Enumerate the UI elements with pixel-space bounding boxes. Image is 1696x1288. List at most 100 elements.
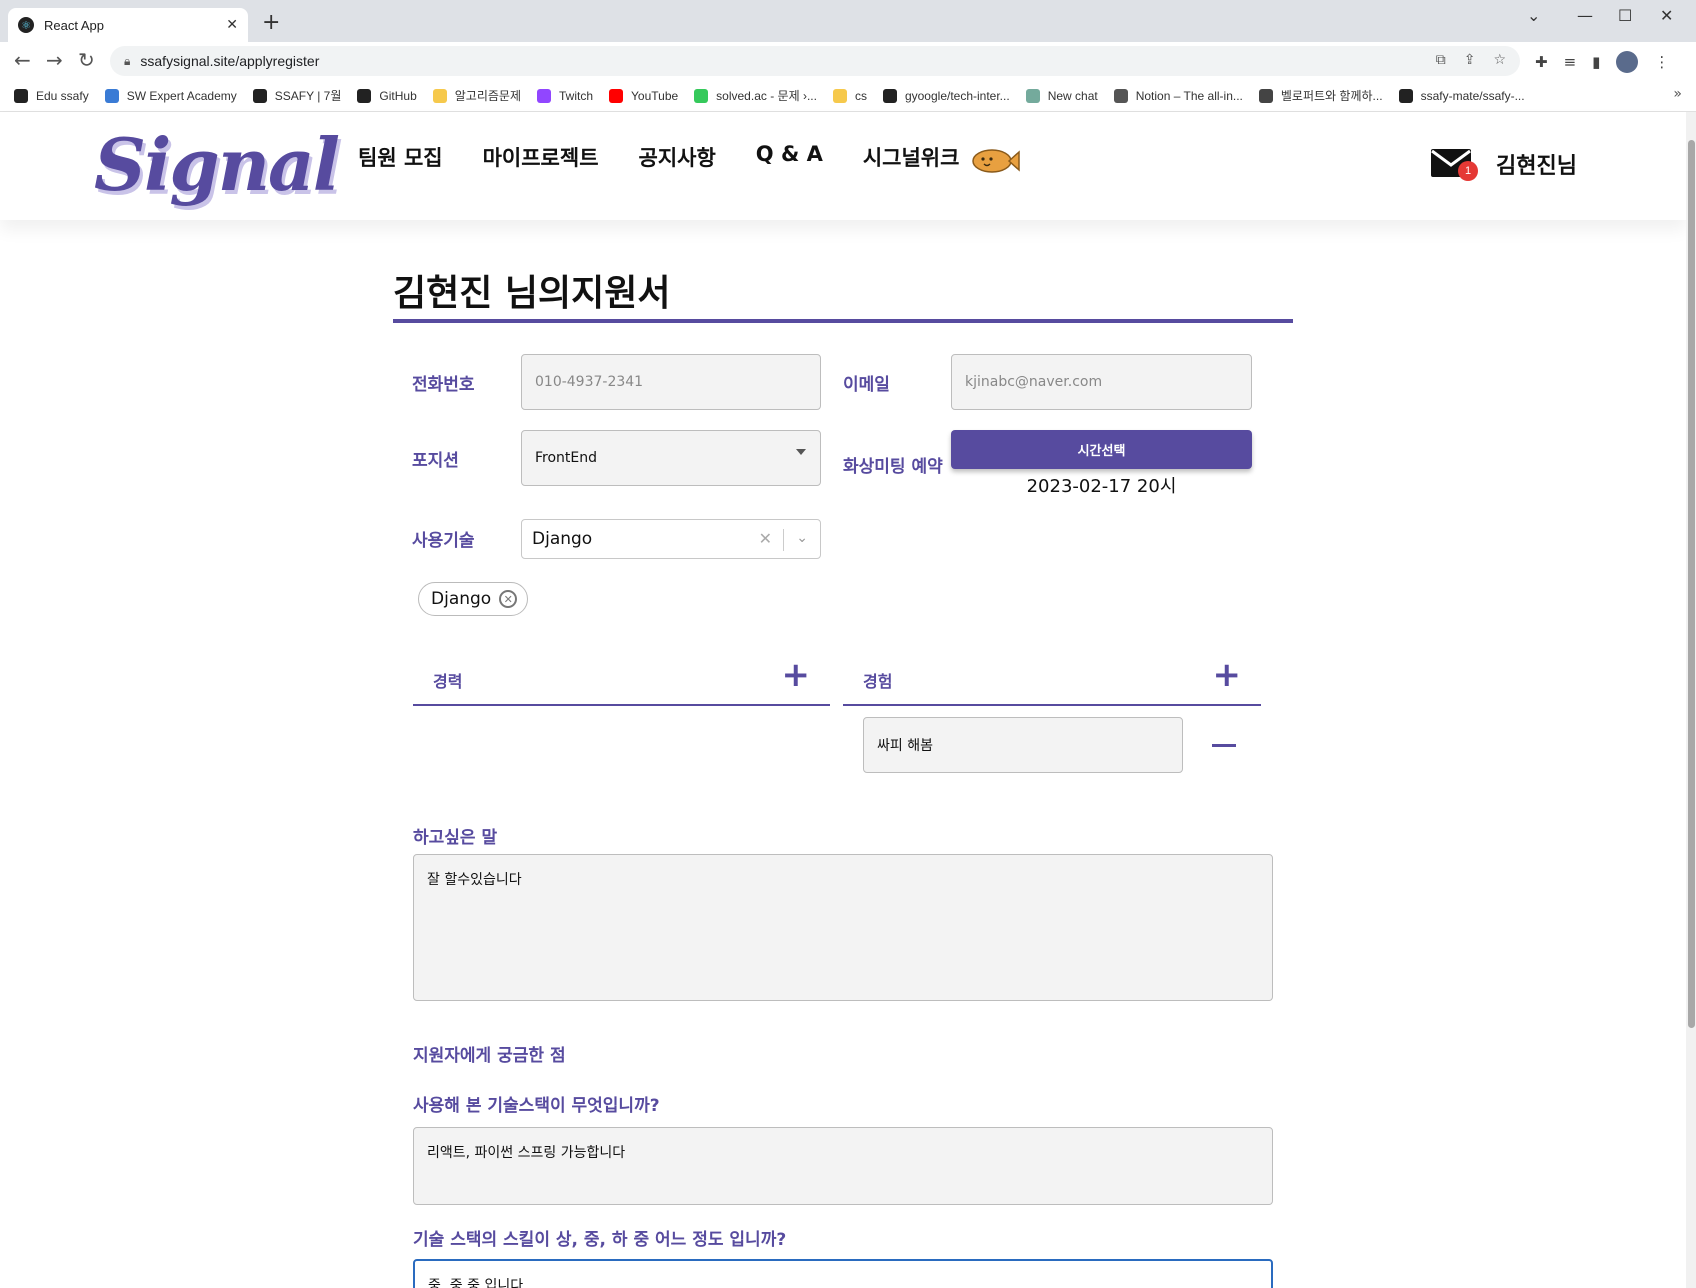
skill-select[interactable]: Django ✕ ⌄ [521, 519, 821, 559]
close-window-icon[interactable]: ✕ [1660, 6, 1673, 25]
more-bookmarks-icon[interactable]: » [1673, 86, 1682, 102]
lock-icon: 🔒︎ [124, 53, 131, 68]
bookmark-label: 벨로퍼트와 함께하... [1280, 89, 1383, 103]
site-logo[interactable]: Signal [94, 122, 340, 207]
meeting-time: 2023-02-17 20시 [1026, 476, 1177, 497]
tab-title: React App [44, 17, 104, 33]
notification-badge: 1 [1458, 161, 1478, 181]
address-bar[interactable]: 🔒︎ ssafysignal.site/applyregister ⧉ ⇪ ☆ [110, 46, 1520, 76]
profile-avatar[interactable] [1616, 51, 1639, 73]
phone-input[interactable]: 010-4937-2341 [521, 354, 821, 410]
bookmark-favicon-icon [252, 88, 267, 103]
bookmark-favicon-icon [104, 88, 119, 103]
bookmark-item[interactable]: GitHub [357, 88, 417, 103]
translate-icon[interactable]: ⧉ [1436, 52, 1446, 68]
questions-title: 지원자에게 궁금한 점 [413, 1046, 566, 1066]
bookmark-item[interactable]: gyoogle/tech-inter... [882, 88, 1010, 103]
answer-1-textarea[interactable]: 리액트, 파이썬 스프링 가능합니다 [413, 1127, 1273, 1205]
bookmark-item[interactable]: cs [832, 88, 867, 103]
bookmark-item[interactable]: 벨로퍼트와 함께하... [1258, 87, 1383, 104]
scrollbar-thumb[interactable] [1688, 140, 1695, 1028]
bookmarks-bar: Edu ssafy SW Expert Academy SSAFY | 7월 GitH… [0, 80, 1696, 112]
bookmark-item[interactable]: SW Expert Academy [104, 88, 237, 103]
caret-down-icon [796, 449, 806, 455]
select-time-button[interactable]: 시간선택 [951, 430, 1252, 469]
url-text: ssafysignal.site/applyregister [140, 53, 320, 69]
bookmark-label: cs [854, 88, 867, 103]
bookmark-label: New chat [1047, 88, 1098, 103]
bookmark-favicon-icon [537, 88, 551, 103]
email-input[interactable]: kjinabc@naver.com [951, 354, 1252, 410]
bookmark-item[interactable]: Twitch [537, 88, 594, 103]
bookmark-label: Notion – The all-in... [1135, 88, 1243, 103]
menu-icon[interactable]: ⋮ [1654, 53, 1669, 71]
maximize-icon[interactable]: ☐ [1618, 6, 1632, 25]
bookmark-favicon-icon [357, 88, 372, 103]
bookmark-label: YouTube [631, 88, 679, 103]
clear-icon[interactable]: ✕ [759, 529, 772, 548]
chevron-down-icon[interactable]: ⌄ [796, 530, 808, 546]
page-title: 김현진 님의지원서 [393, 273, 671, 314]
bookmark-item[interactable]: 알고리즘문제 [432, 87, 521, 104]
react-icon: ⚛ [18, 17, 34, 33]
message-textarea[interactable]: 잘 할수있습니다 [413, 854, 1273, 1001]
bookmark-item[interactable]: YouTube [609, 88, 679, 103]
answer-2-textarea[interactable]: 중, 중 중 입니다 [413, 1259, 1273, 1288]
new-tab-icon[interactable]: + [262, 10, 280, 35]
skill-chip: Django ✕ [418, 582, 529, 616]
side-panel-icon[interactable]: ▮ [1592, 53, 1600, 71]
select-separator [783, 529, 784, 551]
back-icon[interactable]: ← [14, 48, 31, 72]
career-label: 경력 [433, 672, 463, 691]
remove-experience-icon[interactable] [1212, 744, 1236, 747]
nav-signal-week[interactable]: 시그널위크 [863, 142, 960, 172]
user-name[interactable]: 김현진님 [1496, 148, 1577, 180]
bookmark-item[interactable]: Edu ssafy [14, 88, 89, 103]
experience-label: 경험 [863, 672, 893, 691]
chevron-down-icon[interactable]: ⌄ [1527, 6, 1540, 25]
bookmark-label: Edu ssafy [36, 88, 89, 103]
bookmark-favicon-icon [1398, 88, 1413, 103]
nav-notice[interactable]: 공지사항 [639, 142, 716, 172]
add-career-icon[interactable]: + [782, 658, 811, 692]
bookmark-item[interactable]: solved.ac - 문제 ›... [694, 87, 817, 104]
bookmark-favicon-icon [1258, 88, 1273, 103]
share-icon[interactable]: ⇪ [1464, 52, 1476, 68]
meeting-label: 화상미팅 예약 [843, 457, 943, 477]
bookmark-label: SW Expert Academy [126, 88, 237, 103]
media-icon[interactable]: ≡ [1564, 53, 1577, 71]
bookmark-label: solved.ac - 문제 ›... [716, 89, 817, 103]
reload-icon[interactable]: ↻ [78, 48, 95, 72]
bookmark-item[interactable]: New chat [1025, 88, 1098, 103]
bookmark-item[interactable]: Notion – The all-in... [1113, 88, 1243, 103]
position-label: 포지션 [412, 451, 459, 471]
bookmark-item[interactable]: SSAFY | 7월 [252, 87, 342, 104]
extensions-icon[interactable]: ✚ [1535, 53, 1548, 71]
remove-chip-icon[interactable]: ✕ [499, 590, 518, 608]
experience-section-header: 경험 + [843, 646, 1261, 706]
close-icon[interactable]: ✕ [226, 17, 238, 33]
bookmark-label: Twitch [559, 88, 594, 103]
bookmark-favicon-icon [14, 88, 28, 103]
main-nav: 팀원 모집 마이프로젝트 공지사항 Q & A 시그널위크 [358, 142, 959, 172]
question-2: 기술 스택의 스킬이 상, 중, 하 중 어느 정도 입니까? [413, 1230, 787, 1250]
bookmark-item[interactable]: ssafy-mate/ssafy-... [1398, 88, 1525, 103]
nav-my-project[interactable]: 마이프로젝트 [483, 142, 599, 172]
star-icon[interactable]: ☆ [1493, 52, 1506, 68]
title-divider [393, 319, 1293, 323]
bookmark-label: gyoogle/tech-inter... [904, 88, 1010, 103]
bookmark-label: 알고리즘문제 [454, 89, 521, 103]
position-select[interactable]: FrontEnd [521, 430, 821, 486]
minimize-icon[interactable]: — [1577, 6, 1593, 25]
forward-icon[interactable]: → [46, 48, 63, 72]
bookmark-label: SSAFY | 7월 [274, 89, 342, 103]
add-experience-icon[interactable]: + [1213, 658, 1242, 692]
nav-recruit[interactable]: 팀원 모집 [358, 142, 443, 172]
experience-item-input[interactable]: 싸피 해봄 [863, 717, 1183, 773]
bookmark-favicon-icon [1025, 88, 1040, 103]
browser-tabstrip: ⚛ React App ✕ + ⌄ — ☐ ✕ [0, 0, 1696, 42]
nav-qna[interactable]: Q & A [756, 142, 823, 172]
bookmark-favicon-icon [694, 88, 709, 103]
browser-tab[interactable]: ⚛ React App ✕ [8, 8, 248, 42]
fish-bread-icon[interactable] [972, 148, 1020, 174]
